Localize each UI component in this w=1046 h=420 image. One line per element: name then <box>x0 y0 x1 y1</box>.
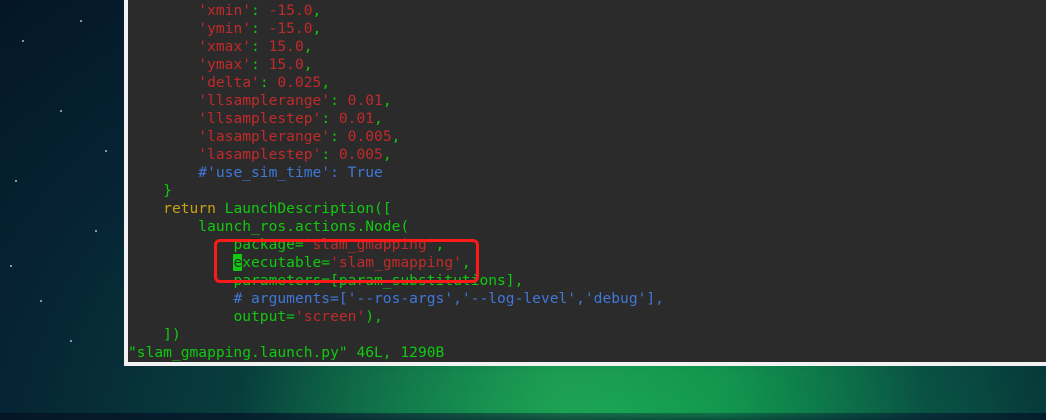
star <box>15 180 17 182</box>
star <box>70 340 72 342</box>
code-line: output='screen'), <box>233 308 383 325</box>
star <box>80 20 82 22</box>
star <box>95 230 97 232</box>
code-line: } <box>163 182 172 199</box>
code-line: 'xmax': 15.0, <box>198 38 313 55</box>
code-line: 'lasamplestep': 0.005, <box>198 146 392 163</box>
code-line: 'lasamplerange': 0.005, <box>198 128 401 145</box>
text-cursor: e <box>233 254 243 271</box>
terminal-window[interactable]: 'xmin': -15.0, 'ymin': -15.0, 'xmax': 15… <box>128 0 1046 362</box>
star <box>105 150 107 152</box>
star <box>40 300 42 302</box>
code-line: 'ymin': -15.0, <box>198 20 322 37</box>
star <box>60 110 62 112</box>
code-line: launch_ros.actions.Node( <box>198 218 410 235</box>
code-line-executable: executable='slam_gmapping', <box>233 254 471 271</box>
code-line: 'delta': 0.025, <box>198 74 331 91</box>
code-line: 'ymax': 15.0, <box>198 56 313 73</box>
code-line: ]) <box>163 326 181 343</box>
code-line: parameters=[param_substitutions], <box>233 272 524 289</box>
comment-line: #'use_sim_time': True <box>198 164 383 181</box>
star <box>10 265 12 267</box>
star <box>22 40 24 42</box>
code-line: package='slam_gmapping', <box>233 236 445 253</box>
comment-line: # arguments=['--ros-args','--log-level',… <box>233 290 664 307</box>
code-line: 'llsamplerange': 0.01, <box>198 92 392 109</box>
code-line: 'xmin': -15.0, <box>198 2 322 19</box>
code-line: return LaunchDescription([ <box>163 200 392 217</box>
aurora-wallpaper <box>240 360 1046 420</box>
vim-status-line: "slam_gmapping.launch.py" 46L, 1290B <box>128 344 445 361</box>
code-line: 'llsamplestep': 0.01, <box>198 110 383 127</box>
